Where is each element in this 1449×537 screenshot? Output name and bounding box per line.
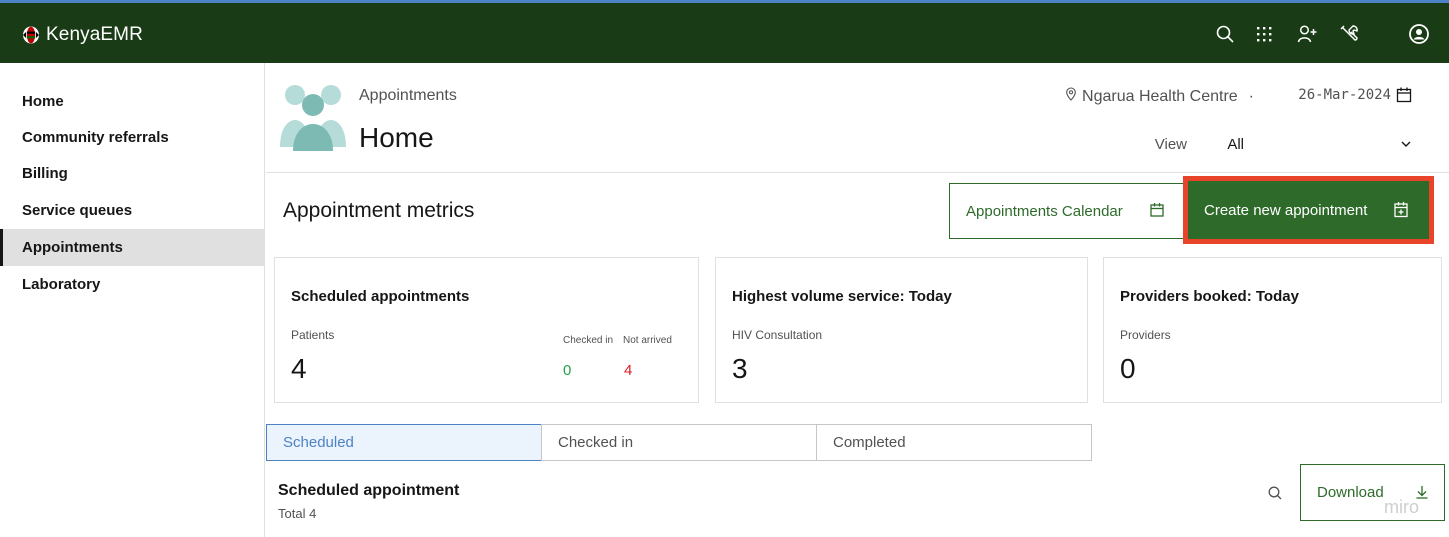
location-name: Ngarua Health Centre (1082, 87, 1238, 105)
card-value: 0 (1120, 353, 1136, 384)
button-label: Appointments Calendar (966, 202, 1123, 220)
card-label: Patients (291, 328, 335, 342)
nav-item-service-queues[interactable]: Service queues (0, 192, 265, 229)
nav-item-label: Community referrals (22, 129, 169, 146)
page-header: Appointments Home Ngarua Health Centre ·… (266, 63, 1449, 173)
location-display: Ngarua Health Centre · (1065, 87, 1254, 106)
location-pin-icon (1065, 87, 1077, 106)
card-title: Highest volume service: Today (732, 288, 952, 305)
chevron-down-icon[interactable] (1399, 137, 1413, 151)
calendar-icon (1149, 202, 1165, 218)
appointments-calendar-button[interactable]: Appointments Calendar (949, 183, 1184, 239)
tab-scheduled[interactable]: Scheduled (266, 424, 542, 461)
top-navigation-bar: KenyaEMR (0, 3, 1449, 63)
create-new-appointment-button[interactable]: Create new appointment (1188, 181, 1429, 239)
app-name: KenyaEMR (46, 24, 143, 45)
tab-completed[interactable]: Completed (816, 424, 1092, 461)
checked-in-value: 0 (563, 362, 572, 379)
nav-item-label: Laboratory (22, 276, 101, 293)
brand[interactable]: KenyaEMR (22, 24, 143, 46)
page-subtitle: Appointments (359, 87, 457, 104)
metrics-heading: Appointment metrics (283, 199, 475, 222)
tab-label: Scheduled (283, 434, 354, 451)
card-value: 3 (732, 353, 748, 384)
not-arrived-label: Not arrived (623, 335, 672, 346)
tools-icon[interactable] (1338, 23, 1360, 45)
tab-label: Completed (833, 434, 906, 451)
card-title: Providers booked: Today (1120, 288, 1299, 305)
nav-item-billing[interactable]: Billing (0, 155, 265, 192)
current-date: 26-Mar-2024 (1298, 87, 1391, 103)
location-separator: · (1248, 87, 1254, 105)
nav-item-label: Service queues (22, 202, 133, 219)
view-filter-select[interactable]: All (1227, 136, 1244, 153)
scheduled-list-title: Scheduled appointment (278, 482, 460, 499)
nav-item-appointments[interactable]: Appointments (0, 229, 265, 266)
left-navigation: Home Community referrals Billing Service… (0, 63, 265, 537)
kenyaemr-logo-icon (22, 26, 40, 44)
add-user-icon[interactable] (1296, 23, 1318, 45)
search-icon[interactable] (1214, 23, 1236, 45)
scheduled-appointments-card: Scheduled appointments Patients 4 Checke… (274, 257, 699, 403)
card-label: HIV Consultation (732, 328, 823, 342)
app-grid-icon[interactable] (1253, 23, 1275, 45)
appointments-illustration-icon (280, 81, 346, 151)
create-appointment-highlight: Create new appointment (1183, 176, 1434, 244)
nav-item-laboratory[interactable]: Laboratory (0, 266, 265, 303)
button-label: Create new appointment (1204, 201, 1368, 219)
user-avatar-icon[interactable] (1408, 23, 1430, 45)
nav-item-label: Appointments (22, 239, 123, 256)
miro-watermark: miro (1384, 497, 1419, 517)
tab-label: Checked in (558, 434, 634, 451)
add-calendar-icon (1393, 201, 1409, 218)
nav-item-label: Home (22, 93, 64, 110)
nav-item-home[interactable]: Home (0, 83, 265, 120)
card-value: 4 (291, 353, 307, 384)
checked-in-label: Checked in (563, 335, 614, 346)
button-label: Download (1317, 484, 1384, 501)
not-arrived-value: 4 (624, 362, 633, 379)
download-button[interactable]: Download (1300, 464, 1445, 521)
tab-checked-in[interactable]: Checked in (541, 424, 817, 461)
page-title: Home (359, 122, 434, 153)
nav-item-label: Billing (22, 165, 68, 182)
search-icon[interactable] (1267, 485, 1283, 501)
scheduled-list-total: Total 4 (278, 506, 317, 521)
highest-volume-service-card: Highest volume service: Today HIV Consul… (715, 257, 1088, 403)
card-label: Providers (1120, 328, 1171, 342)
card-title: Scheduled appointments (291, 288, 470, 305)
view-filter-label: View (1154, 136, 1187, 153)
calendar-icon[interactable] (1395, 86, 1413, 104)
providers-booked-card: Providers booked: Today Providers 0 (1103, 257, 1442, 403)
nav-item-community-referrals[interactable]: Community referrals (0, 119, 265, 156)
